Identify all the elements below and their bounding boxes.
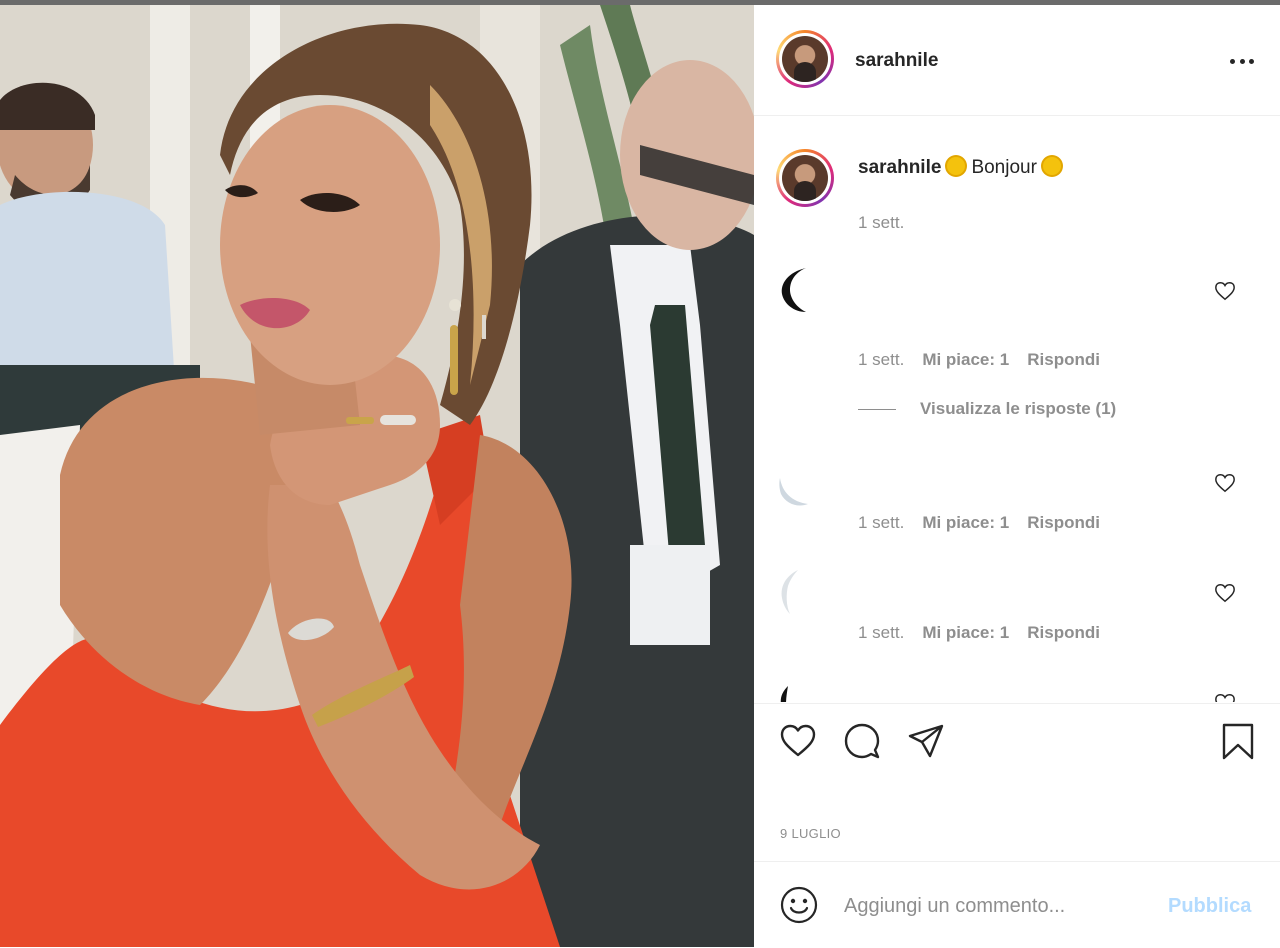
author-username[interactable]: sarahnile bbox=[855, 50, 938, 72]
comment-likes[interactable]: Mi piace: 1 bbox=[922, 350, 1009, 369]
comment-meta: 1 sett. Mi piace: 1 Rispondi bbox=[858, 623, 1100, 643]
comment-likes[interactable]: Mi piace: 1 bbox=[922, 623, 1009, 642]
bookmark-icon[interactable] bbox=[1218, 721, 1258, 761]
add-comment-input[interactable] bbox=[842, 890, 1146, 922]
share-icon[interactable] bbox=[906, 721, 946, 761]
commenter-avatar[interactable] bbox=[778, 568, 808, 616]
author-avatar[interactable] bbox=[776, 30, 834, 88]
post-side-panel: sarahnile sarahnile Bonjour 1 sett. 1 set… bbox=[754, 5, 1280, 947]
comment-like-heart-icon[interactable] bbox=[1214, 280, 1236, 302]
more-options-icon[interactable] bbox=[1230, 49, 1254, 73]
post-actions: 9 LUGLIO bbox=[754, 703, 1280, 854]
publish-button[interactable]: Pubblica bbox=[1168, 895, 1251, 918]
comment-like-heart-icon[interactable] bbox=[1214, 472, 1236, 494]
comment-meta: 1 sett. Mi piace: 1 Rispondi bbox=[858, 513, 1100, 533]
emoji-picker-icon[interactable] bbox=[780, 886, 818, 924]
caption: sarahnile Bonjour bbox=[858, 157, 1067, 179]
comment-time: 1 sett. bbox=[858, 513, 905, 532]
comment-icon[interactable] bbox=[842, 721, 882, 761]
comment-like-heart-icon[interactable] bbox=[1214, 582, 1236, 604]
post-date[interactable]: 9 LUGLIO bbox=[780, 826, 841, 841]
view-replies-button[interactable]: Visualizza le risposte (1) bbox=[858, 399, 1116, 419]
comment-reply-button[interactable]: Rispondi bbox=[1027, 623, 1100, 642]
caption-text: Bonjour bbox=[971, 157, 1037, 178]
add-comment-bar: Pubblica bbox=[754, 861, 1280, 948]
view-replies-label: Visualizza le risposte (1) bbox=[920, 399, 1117, 418]
comment-reply-button[interactable]: Rispondi bbox=[1027, 513, 1100, 532]
post-photo-illustration bbox=[0, 5, 754, 947]
comment-likes[interactable]: Mi piace: 1 bbox=[922, 513, 1009, 532]
heart-icon[interactable] bbox=[778, 721, 818, 761]
post-header: sarahnile bbox=[754, 5, 1280, 116]
commenter-avatar[interactable] bbox=[778, 266, 808, 314]
comment-time: 1 sett. bbox=[858, 623, 905, 642]
comments-list[interactable]: sarahnile Bonjour 1 sett. 1 sett. Mi piace… bbox=[754, 116, 1280, 702]
comment-meta: 1 sett. Mi piace: 1 Rispondi bbox=[858, 350, 1100, 370]
sun-emoji-icon bbox=[947, 157, 966, 175]
caption-username[interactable]: sarahnile bbox=[858, 157, 941, 178]
commenter-avatar[interactable] bbox=[778, 466, 808, 514]
post-photo[interactable] bbox=[0, 5, 754, 947]
comment-reply-button[interactable]: Rispondi bbox=[1027, 350, 1100, 369]
sun-emoji-icon bbox=[1042, 157, 1061, 175]
caption-time: 1 sett. bbox=[858, 213, 905, 232]
comment-like-heart-icon[interactable] bbox=[1214, 692, 1236, 702]
caption-avatar[interactable] bbox=[776, 149, 834, 207]
replies-divider-line bbox=[858, 409, 896, 411]
comment-time: 1 sett. bbox=[858, 350, 905, 369]
commenter-avatar[interactable] bbox=[778, 682, 808, 702]
